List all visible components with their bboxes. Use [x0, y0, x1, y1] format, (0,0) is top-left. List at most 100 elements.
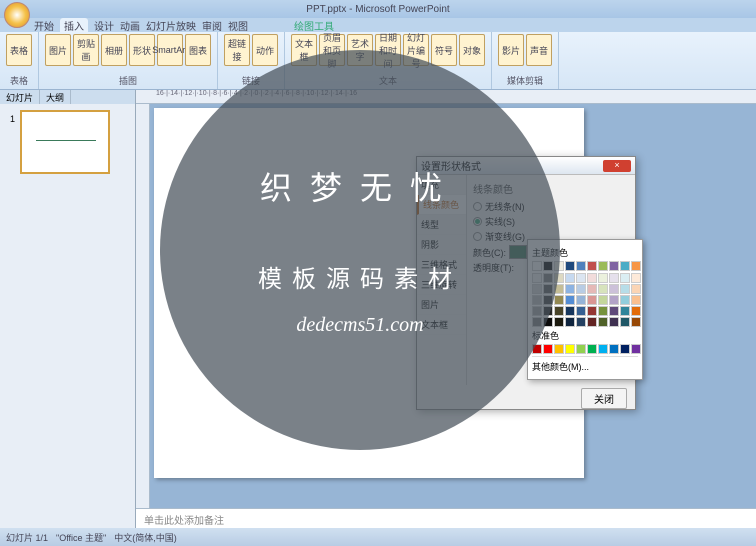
tab-home[interactable]: 开始 [34, 18, 54, 32]
tint-#ebf1dd[interactable] [598, 273, 608, 283]
nav-1[interactable]: 线条颜色 [417, 195, 466, 215]
tint-#366092[interactable] [576, 306, 586, 316]
tint-#dbe5f1[interactable] [576, 273, 586, 283]
clip-button[interactable]: 剪贴画 [73, 34, 99, 66]
tint-#95b3d7[interactable] [576, 295, 586, 305]
color-#eeece1[interactable] [554, 261, 564, 271]
tint-#f2f2f2[interactable] [532, 273, 542, 283]
color-#0070c0[interactable] [609, 344, 619, 354]
color-#ffc000[interactable] [554, 344, 564, 354]
sym-button[interactable]: 符号 [431, 34, 457, 66]
tab-slideshow[interactable]: 幻灯片放映 [146, 18, 196, 32]
office-button[interactable] [4, 2, 30, 28]
tint-#974806[interactable] [631, 317, 641, 327]
tint-#8db3e2[interactable] [565, 284, 575, 294]
nav-5[interactable]: 三维旋转 [417, 275, 466, 295]
tint-#92cddc[interactable] [620, 295, 630, 305]
tab-animation[interactable]: 动画 [120, 18, 140, 32]
tint-#632423[interactable] [587, 317, 597, 327]
nav-0[interactable]: 填充 [417, 175, 466, 195]
tint-#d99694[interactable] [587, 295, 597, 305]
color-#000000[interactable] [543, 261, 553, 271]
tint-#ddd9c3[interactable] [554, 273, 564, 283]
tab-view[interactable]: 视图 [228, 18, 248, 32]
tint-#fac08f[interactable] [631, 295, 641, 305]
color-#c00000[interactable] [532, 344, 542, 354]
tint-#595959[interactable] [543, 284, 553, 294]
tint-#0c0c0c[interactable] [543, 317, 553, 327]
tab-slides[interactable]: 幻灯片 [0, 90, 40, 104]
tint-#b2a2c7[interactable] [609, 295, 619, 305]
dialog-close-button[interactable]: × [603, 160, 631, 172]
notes-pane[interactable]: 单击此处添加备注 [136, 508, 756, 528]
color-#00b050[interactable] [587, 344, 597, 354]
color-#92d050[interactable] [576, 344, 586, 354]
tint-#17365d[interactable] [565, 306, 575, 316]
tint-#31859b[interactable] [620, 306, 630, 316]
hf-button[interactable]: 页眉和页脚 [319, 34, 345, 66]
tint-#c3d69b[interactable] [598, 295, 608, 305]
slide-thumb-1[interactable] [20, 110, 110, 174]
radio-row-0[interactable]: 无线条(N) [473, 200, 629, 213]
tab-review[interactable]: 审阅 [202, 18, 222, 32]
color-#00b0f0[interactable] [598, 344, 608, 354]
dialog-titlebar[interactable]: 设置形状格式 × [417, 157, 635, 175]
color-#c0504d[interactable] [587, 261, 597, 271]
tint-#f2dcdb[interactable] [587, 273, 597, 283]
color-#4f81bd[interactable] [576, 261, 586, 271]
color-picker-button[interactable] [509, 245, 527, 259]
nav-6[interactable]: 图片 [417, 295, 466, 315]
radio-1[interactable] [473, 217, 482, 226]
tint-#262626[interactable] [543, 306, 553, 316]
radio-2[interactable] [473, 232, 482, 241]
tint-#494429[interactable] [554, 306, 564, 316]
nav-2[interactable]: 线型 [417, 215, 466, 235]
palette-other[interactable]: 其他颜色(M)... [532, 356, 638, 373]
obj-button[interactable]: 对象 [459, 34, 485, 66]
nav-3[interactable]: 阴影 [417, 235, 466, 255]
tint-#bfbfbf[interactable] [532, 295, 542, 305]
tint-#c4bd97[interactable] [554, 284, 564, 294]
table-button[interactable]: 表格 [6, 34, 32, 66]
tint-#953734[interactable] [587, 306, 597, 316]
color-#ffff00[interactable] [565, 344, 575, 354]
tint-#244061[interactable] [576, 317, 586, 327]
tint-#ccc1d9[interactable] [609, 284, 619, 294]
num-button[interactable]: 幻灯片编号 [403, 34, 429, 66]
tint-#938953[interactable] [554, 295, 564, 305]
tint-#205867[interactable] [620, 317, 630, 327]
pic-button[interactable]: 图片 [45, 34, 71, 66]
tint-#d8d8d8[interactable] [532, 284, 542, 294]
tint-#d7e3bc[interactable] [598, 284, 608, 294]
tint-#e5e0ec[interactable] [609, 273, 619, 283]
chart-button[interactable]: 图表 [185, 34, 211, 66]
tint-#b8cce4[interactable] [576, 284, 586, 294]
radio-row-1[interactable]: 实线(S) [473, 215, 629, 228]
tint-#5f497a[interactable] [609, 306, 619, 316]
sound-button[interactable]: 声音 [526, 34, 552, 66]
color-#f79646[interactable] [631, 261, 641, 271]
tint-#e36c09[interactable] [631, 306, 641, 316]
date-button[interactable]: 日期和时间 [375, 34, 401, 66]
textbox-button[interactable]: 文本框 [291, 34, 317, 66]
tint-#7f7f7f[interactable] [532, 317, 542, 327]
tint-#b7dde8[interactable] [620, 284, 630, 294]
tint-#fdeada[interactable] [631, 273, 641, 283]
tint-#1d1b10[interactable] [554, 317, 564, 327]
album-button[interactable]: 相册 [101, 34, 127, 66]
wordart-button[interactable]: 艺术字 [347, 34, 373, 66]
tint-#7f7f7f[interactable] [543, 273, 553, 283]
color-#1f497d[interactable] [565, 261, 575, 271]
movie-button[interactable]: 影片 [498, 34, 524, 66]
tint-#76923c[interactable] [598, 306, 608, 316]
tint-#a5a5a5[interactable] [532, 306, 542, 316]
smart-button[interactable]: SmartArt [157, 34, 183, 66]
nav-7[interactable]: 文本框 [417, 315, 466, 335]
tint-#4f6128[interactable] [598, 317, 608, 327]
nav-4[interactable]: 三维格式 [417, 255, 466, 275]
color-#9bbb59[interactable] [598, 261, 608, 271]
tab-design[interactable]: 设计 [94, 18, 114, 32]
action-button[interactable]: 动作 [252, 34, 278, 66]
color-#ffffff[interactable] [532, 261, 542, 271]
color-#8064a2[interactable] [609, 261, 619, 271]
